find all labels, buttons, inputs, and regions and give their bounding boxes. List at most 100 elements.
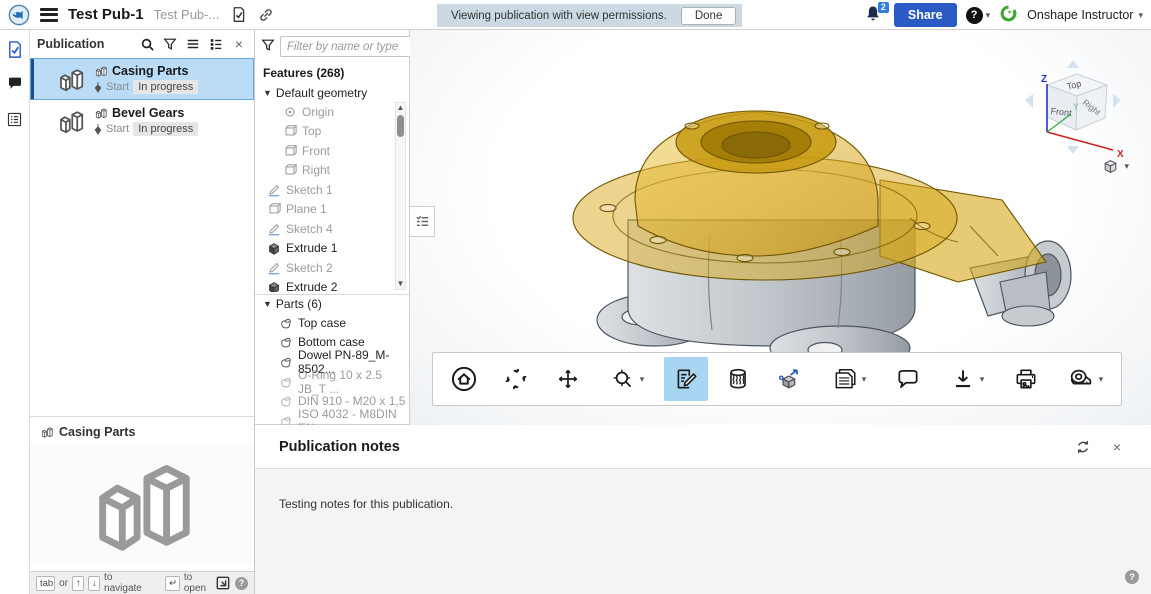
top-bar: Test Pub-1 Test Pub-... Viewing publicat… — [0, 0, 1151, 30]
z-axis-label: Z — [1041, 74, 1047, 85]
feature-item-extrude-2[interactable]: Extrude 2 — [255, 278, 409, 293]
checklist-panel-icon[interactable] — [4, 108, 26, 130]
down-key: ↓ — [88, 576, 100, 591]
section-view-button[interactable] — [716, 357, 760, 401]
notes-text: Testing notes for this publication. — [279, 497, 453, 511]
features-count-header: Features (268) — [255, 59, 409, 84]
help-icon[interactable]: ? — [1125, 570, 1139, 584]
publication-panel-header: Publication — [30, 30, 254, 58]
feature-item-plane-1[interactable]: Plane 1 — [255, 200, 409, 220]
export-download-button[interactable]: ▾ — [938, 357, 996, 401]
banner-text: Viewing publication with view permission… — [451, 10, 667, 22]
hint-text: or — [59, 578, 68, 589]
parts-section: ▼ Parts (6) Top case Bottom case Dowel P… — [255, 294, 409, 431]
up-key: ↑ — [72, 576, 84, 591]
feature-list-flyout-toggle[interactable] — [410, 206, 435, 237]
status-badge: In progress — [133, 80, 198, 94]
print-button[interactable] — [1004, 357, 1048, 401]
scroll-up-icon[interactable]: ▲ — [397, 103, 405, 113]
default-geometry-group[interactable]: ▼ Default geometry — [255, 84, 409, 102]
publication-item-bevel-gears[interactable]: Bevel Gears Start In progress — [30, 100, 254, 142]
hint-text: to open — [184, 572, 212, 594]
parts-group[interactable]: ▼ Parts (6) — [255, 295, 409, 313]
feature-tree-scrollbar[interactable]: ▲ ▼ — [395, 102, 406, 290]
part-studio-icon — [40, 425, 54, 439]
plane-icon — [283, 163, 297, 177]
banner-done-button[interactable]: Done — [681, 7, 737, 25]
view-cube[interactable]: Top Front Right Z X Y — [1017, 58, 1129, 168]
sketch-icon — [267, 261, 281, 275]
part-icon — [279, 375, 293, 389]
preview-thumbnail — [30, 443, 254, 563]
help-icon: ? — [966, 7, 983, 24]
notification-count-badge: 2 — [878, 2, 889, 13]
chevron-down-icon: ▾ — [1099, 374, 1104, 385]
plane-icon — [267, 202, 281, 216]
item-name: Casing Parts — [112, 64, 188, 78]
publication-doc-icon[interactable] — [229, 6, 247, 24]
workflow-label: Start — [106, 81, 129, 93]
origin-icon — [283, 105, 297, 119]
chevron-down-icon: ▾ — [1138, 10, 1143, 21]
feature-item-front-plane[interactable]: Front — [255, 141, 409, 161]
left-icon-strip — [0, 30, 30, 594]
rotate-left-arrow — [1025, 94, 1033, 108]
view-mode-button[interactable]: ▾ — [1102, 158, 1129, 175]
workflow-state-icon — [94, 124, 102, 135]
part-item-o-ring[interactable]: O-Ring 10 x 2.5 JB_T ... — [255, 372, 409, 392]
comment-button[interactable] — [886, 357, 930, 401]
pan-view-button[interactable] — [546, 357, 590, 401]
feature-item-sketch-4[interactable]: Sketch 4 — [255, 219, 409, 239]
help-icon[interactable]: ? — [235, 577, 248, 590]
company-logo-icon — [8, 4, 30, 26]
part-studio-icon — [56, 64, 86, 94]
chevron-down-icon: ▾ — [986, 10, 991, 21]
zoom-view-button[interactable]: ▾ — [598, 357, 656, 401]
extrude-icon — [267, 280, 281, 292]
close-notes-icon[interactable]: × — [1107, 437, 1127, 457]
notifications-bell-icon[interactable]: 2 — [863, 4, 885, 26]
comments-panel-icon[interactable] — [4, 73, 26, 95]
graphics-viewport[interactable]: Top Front Right Z X Y ▾ — [410, 30, 1151, 425]
link-icon[interactable] — [257, 6, 275, 24]
publication-item-casing-parts[interactable]: Casing Parts Start In progress — [30, 58, 254, 100]
exploded-view-button[interactable] — [768, 357, 812, 401]
search-icon[interactable] — [139, 36, 155, 52]
view-toolbar: ▾ — [432, 352, 1122, 406]
detail-view-icon[interactable] — [208, 36, 224, 52]
list-view-icon[interactable] — [185, 36, 201, 52]
workflow-state-icon — [94, 82, 102, 93]
close-panel-icon[interactable]: × — [231, 36, 247, 52]
named-views-button[interactable]: ▾ — [820, 357, 878, 401]
feature-list-panel: Features (268) ▼ Default geometry Origin… — [255, 30, 410, 425]
part-studio-icon — [94, 64, 108, 78]
feature-item-top-plane[interactable]: Top — [255, 122, 409, 142]
view-home-button[interactable] — [442, 357, 486, 401]
user-menu[interactable]: Onshape Instructor ▾ — [1027, 8, 1143, 22]
feature-item-right-plane[interactable]: Right — [255, 161, 409, 181]
refresh-icon[interactable] — [1073, 437, 1093, 457]
part-item-top-case[interactable]: Top case — [255, 313, 409, 333]
filter-icon[interactable] — [261, 38, 275, 55]
share-button[interactable]: Share — [894, 3, 957, 27]
main-menu-icon[interactable] — [40, 8, 58, 22]
help-menu[interactable]: ? ▾ — [966, 7, 991, 24]
feature-item-sketch-2[interactable]: Sketch 2 — [255, 258, 409, 278]
extrude-icon — [267, 241, 281, 255]
publication-panel-icon[interactable] — [4, 38, 26, 60]
feature-item-extrude-1[interactable]: Extrude 1 — [255, 239, 409, 259]
enter-key: ↵ — [165, 576, 180, 591]
scroll-down-icon[interactable]: ▼ — [397, 279, 405, 289]
filter-icon[interactable] — [162, 36, 178, 52]
scrollbar-thumb[interactable] — [397, 115, 404, 137]
y-axis-label: Y — [1073, 102, 1079, 112]
rotate-view-button[interactable] — [494, 357, 538, 401]
measure-button[interactable]: ▾ — [1056, 357, 1114, 401]
feature-item-sketch-1[interactable]: Sketch 1 — [255, 180, 409, 200]
publication-notes-button[interactable] — [664, 357, 708, 401]
feature-item-origin[interactable]: Origin — [255, 102, 409, 122]
chevron-down-icon: ▾ — [640, 374, 645, 385]
document-title: Test Pub-1 — [68, 6, 144, 23]
plane-icon — [283, 144, 297, 158]
expand-panel-icon[interactable] — [216, 576, 230, 590]
